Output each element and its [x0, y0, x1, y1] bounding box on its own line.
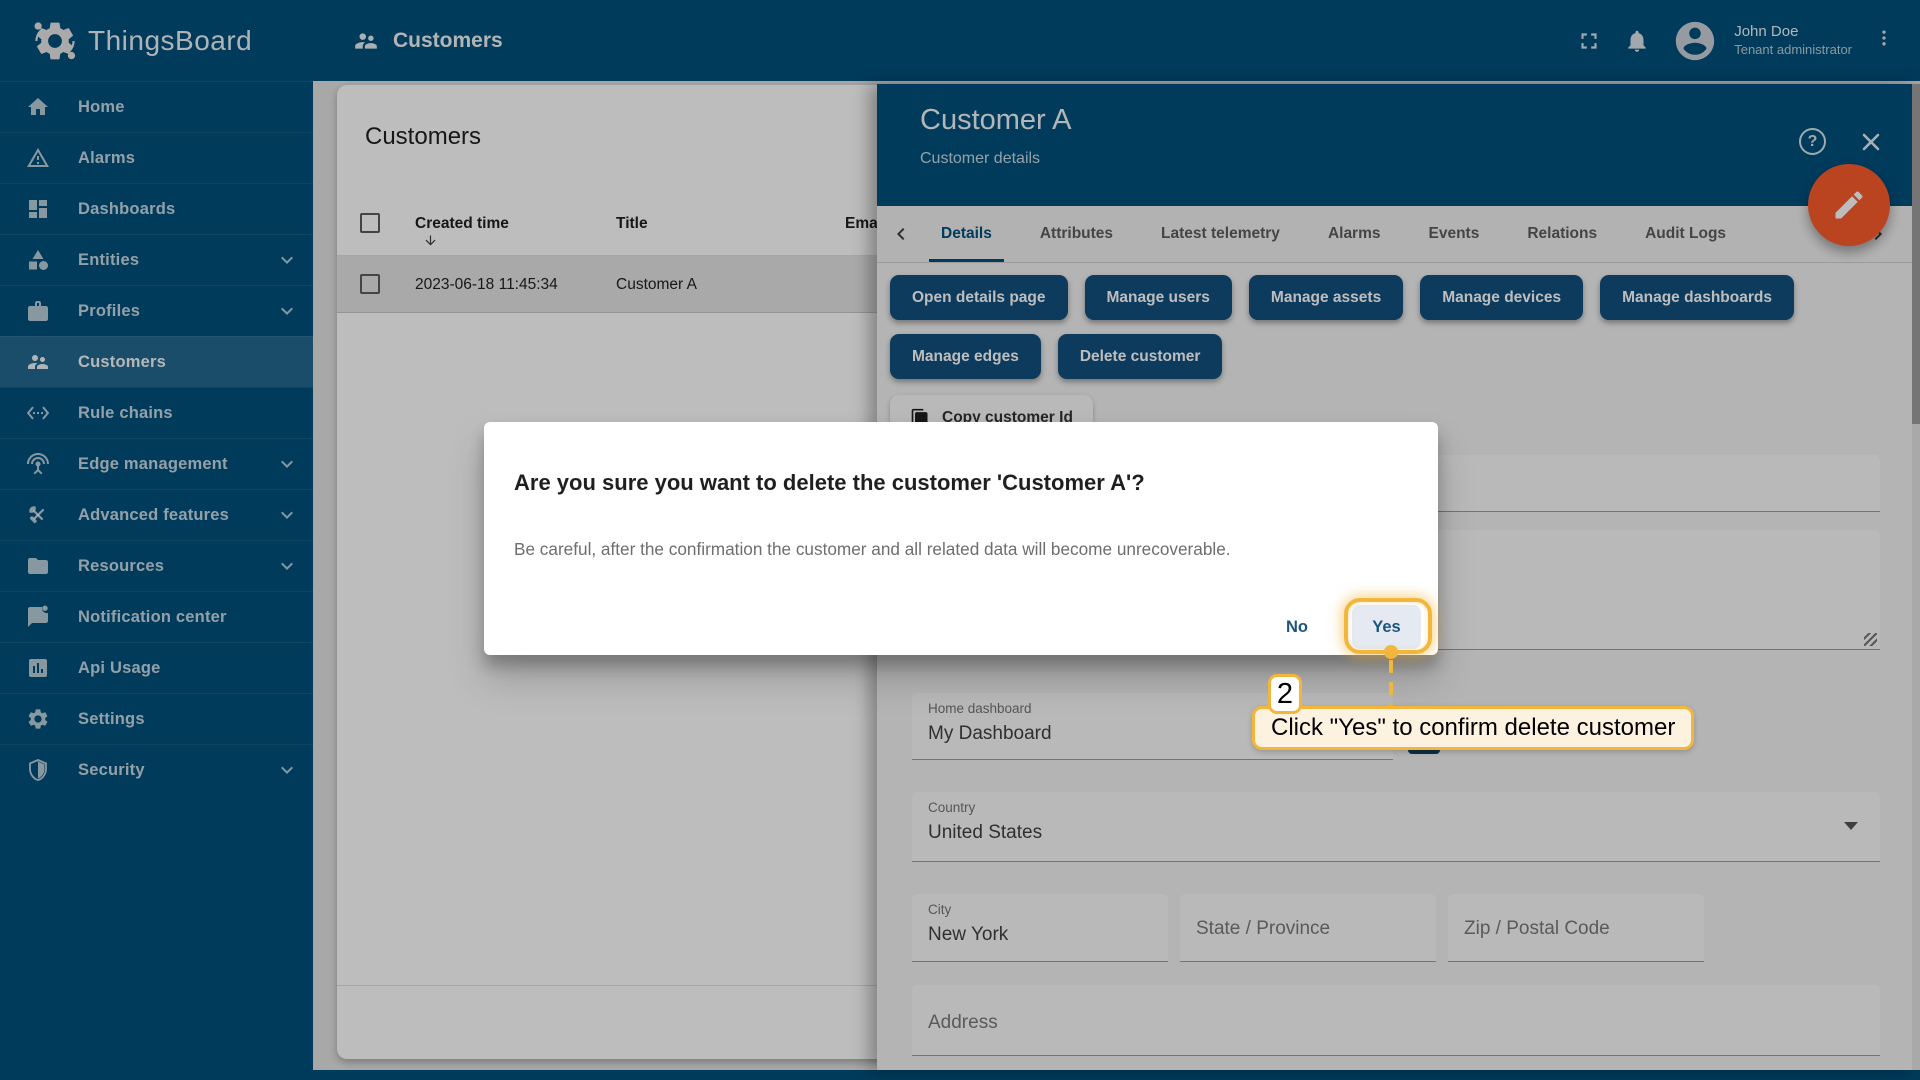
- confirm-delete-dialog: Are you sure you want to delete the cust…: [484, 422, 1438, 655]
- dialog-body: Be careful, after the confirmation the c…: [514, 539, 1231, 560]
- no-button[interactable]: No: [1272, 605, 1322, 649]
- thingsboard-app: ThingsBoard Home Alarms Dashboards Entit…: [0, 0, 1920, 1080]
- dialog-title: Are you sure you want to delete the cust…: [514, 470, 1145, 496]
- annotation-connector-dot: [1384, 645, 1398, 659]
- annotation-step-badge: 2: [1268, 674, 1302, 714]
- annotation-connector-line: [1389, 660, 1393, 708]
- annotation-label: Click "Yes" to confirm delete customer: [1252, 706, 1694, 750]
